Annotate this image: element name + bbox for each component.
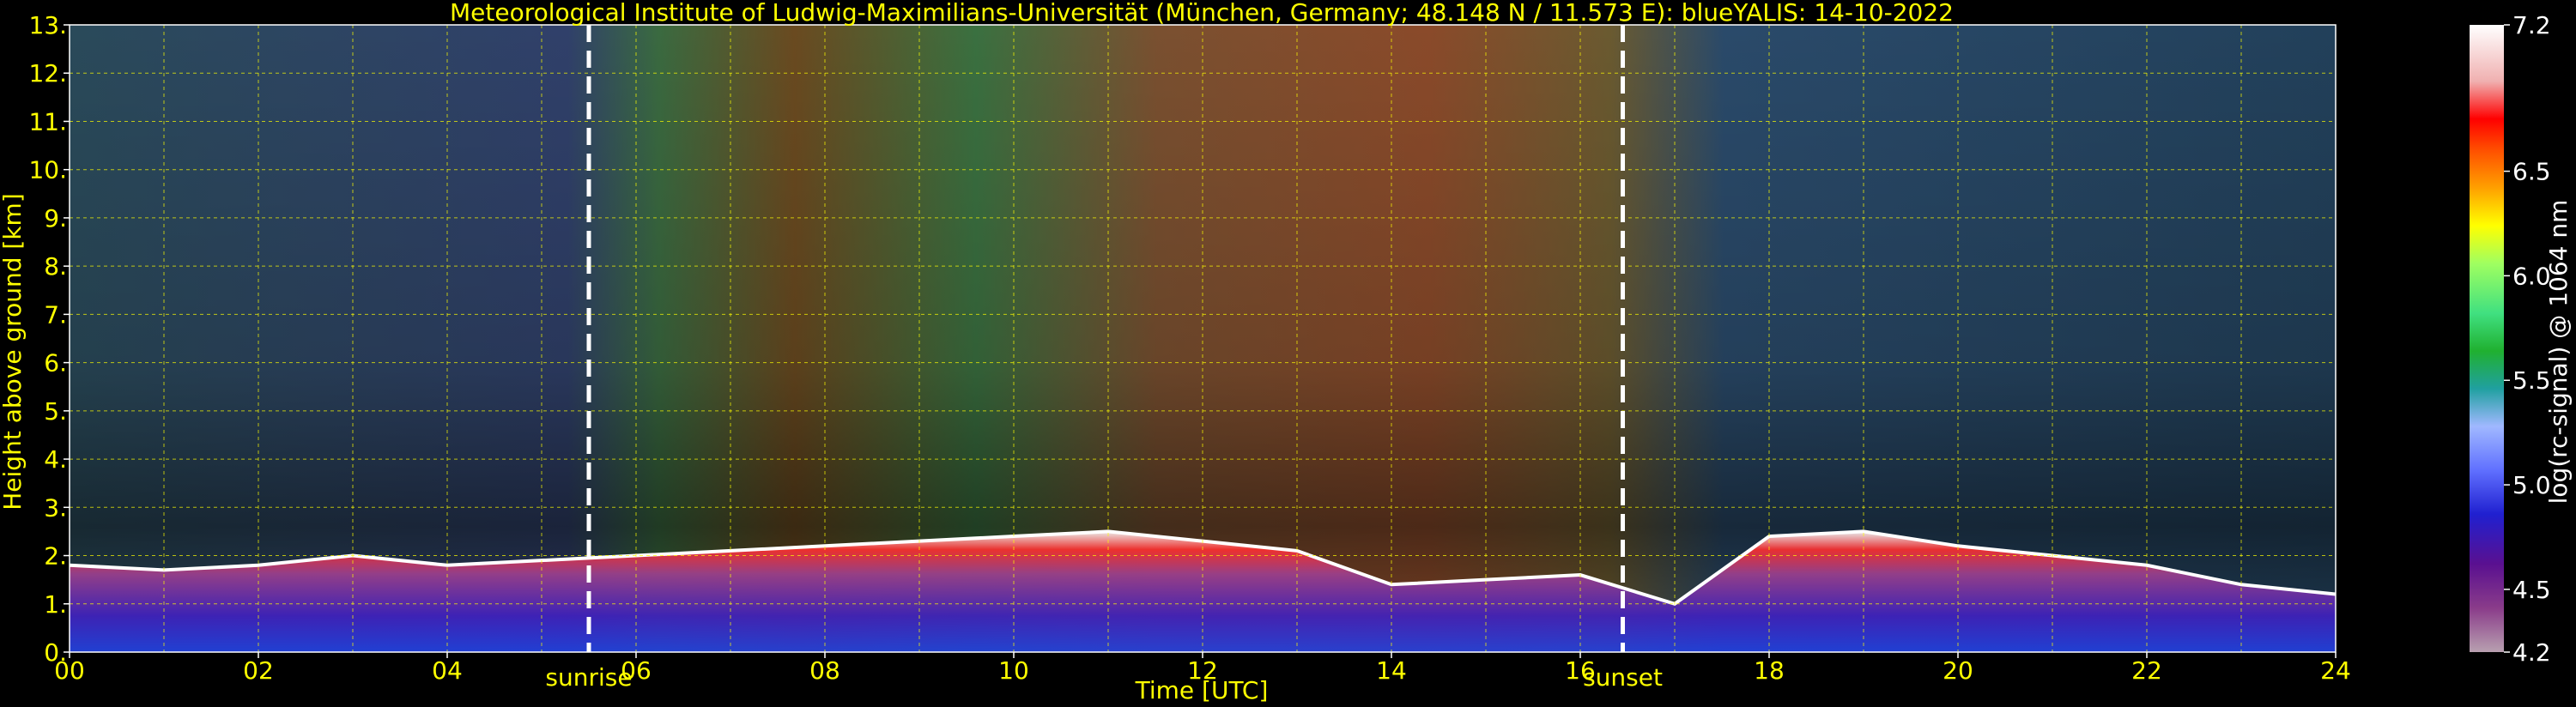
lidar-chart: Meteorological Institute of Ludwig-Maxim… — [0, 0, 2573, 704]
x-tick-label: 22 — [2131, 656, 2162, 685]
y-tick-label: 7. — [44, 300, 67, 329]
plot-area — [70, 25, 2336, 652]
x-tick-label: 02 — [243, 656, 274, 685]
y-tick-label: 2. — [44, 542, 67, 571]
marker-label-sunset: sunset — [1583, 663, 1663, 692]
y-tick-label: 0. — [44, 638, 67, 667]
x-tick-label: 08 — [809, 656, 840, 685]
sun-marker-labels: sunrise sunset — [545, 663, 1663, 692]
colorbar-tick-label: 6.5 — [2512, 158, 2551, 186]
colorbar-tick-label: 7.2 — [2512, 11, 2551, 39]
x-tick-label: 24 — [2320, 656, 2351, 685]
x-tick-label: 04 — [432, 656, 463, 685]
y-tick-label: 3. — [44, 493, 67, 522]
colorbar-label: log(rc-signal) @ 1064 nm — [2544, 200, 2573, 505]
marker-label-sunrise: sunrise — [545, 663, 632, 692]
y-tick-label: 12. — [28, 59, 67, 88]
x-axis-label: Time [UTC] — [1135, 676, 1269, 704]
colorbar-tick-label: 4.5 — [2512, 576, 2551, 604]
y-tick-label: 4. — [44, 445, 67, 474]
x-tick-label: 10 — [998, 656, 1029, 685]
y-axis-label: Height above ground [km] — [0, 193, 27, 511]
y-tick-label: 11. — [28, 107, 67, 136]
y-tick-label: 5. — [44, 397, 67, 426]
y-tick-label: 9. — [44, 204, 67, 233]
y-tick-label: 10. — [28, 156, 67, 184]
x-tick-label: 14 — [1376, 656, 1407, 685]
y-tick-label: 13. — [28, 11, 67, 39]
colorbar — [2470, 25, 2504, 652]
x-tick-label: 20 — [1943, 656, 1973, 685]
y-axis-ticks: 0. 1. 2. 3. 4. 5. 6. 7. 8. 9. 10. 11. 12. 13. — [28, 11, 70, 667]
x-tick-label: 18 — [1754, 656, 1785, 685]
y-tick-label: 6. — [44, 349, 67, 378]
y-tick-label: 8. — [44, 252, 67, 281]
chart-title: Meteorological Institute of Ludwig-Maxim… — [450, 0, 1954, 27]
colorbar-tick-label: 4.2 — [2512, 638, 2551, 667]
y-tick-label: 1. — [44, 590, 67, 619]
